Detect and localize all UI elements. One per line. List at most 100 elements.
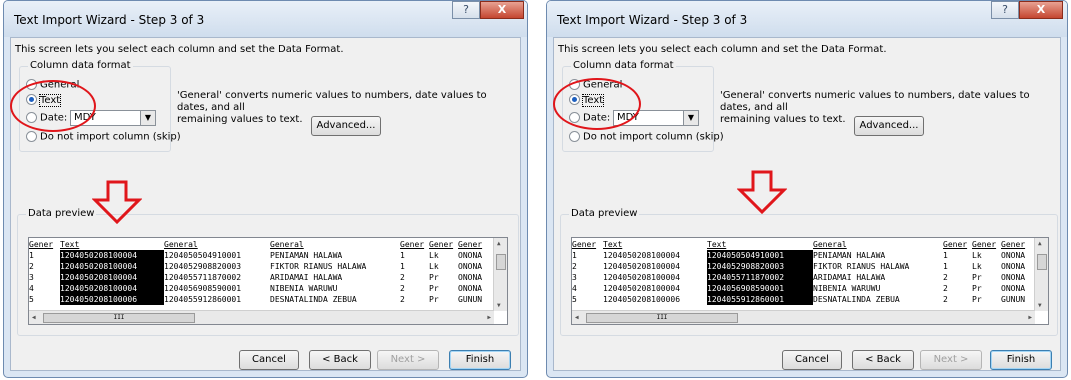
preview-cell: 1204050504910001 xyxy=(707,250,813,261)
radio-skip-indicator[interactable] xyxy=(569,131,580,142)
scroll-down-icon[interactable]: ▼ xyxy=(1038,302,1042,309)
preview-cell: Pr xyxy=(429,295,439,304)
preview-header-cell[interactable]: General xyxy=(813,239,943,250)
preview-header-cell[interactable]: Gener xyxy=(972,239,1001,250)
preview-cell: 2 xyxy=(572,262,577,271)
vertical-scrollbar[interactable]: ▲ ▼ xyxy=(493,238,507,311)
radio-skip[interactable]: Do not import column (skip) xyxy=(26,131,181,143)
preview-header-cell[interactable]: Gener xyxy=(429,239,458,250)
next-button[interactable]: Next > xyxy=(920,350,982,370)
preview-cell: 5 xyxy=(29,295,34,304)
info-line-1: 'General' converts numeric values to num… xyxy=(720,90,1030,113)
preview-header-cell[interactable]: Gener xyxy=(572,239,603,250)
next-button[interactable]: Next > xyxy=(377,350,439,370)
preview-cell: 1204055912860001 xyxy=(707,294,813,305)
horizontal-scroll-thumb[interactable]: III xyxy=(43,313,195,323)
scroll-down-icon[interactable]: ▼ xyxy=(497,302,501,309)
help-button[interactable]: ? xyxy=(452,1,480,19)
advanced-button[interactable]: Advanced... xyxy=(854,116,924,136)
preview-cell: 1204050208100004 xyxy=(603,262,681,271)
preview-cell: 2 xyxy=(400,284,405,293)
preview-cell: Lk xyxy=(972,262,982,271)
back-button[interactable]: < Back xyxy=(309,350,371,370)
preview-cell: Lk xyxy=(429,251,439,260)
preview-header-cell[interactable]: General xyxy=(164,239,270,250)
radio-skip-indicator[interactable] xyxy=(26,131,37,142)
preview-cell: ONONA xyxy=(1001,251,1026,260)
preview-cell: 2 xyxy=(29,262,34,271)
radio-skip[interactable]: Do not import column (skip) xyxy=(569,131,724,143)
description-text: This screen lets you select each column … xyxy=(558,44,887,55)
red-down-arrow-icon xyxy=(737,170,787,214)
title-bar[interactable]: Text Import Wizard - Step 3 of 3 ? X xyxy=(4,1,527,37)
preview-cell: 1 xyxy=(943,251,948,260)
scroll-left-icon[interactable]: ◀ xyxy=(32,314,36,321)
preview-header-cell[interactable]: Text xyxy=(60,239,164,250)
description-text: This screen lets you select each column … xyxy=(15,44,344,55)
preview-cell: 1 xyxy=(572,251,577,260)
column-format-legend: Column data format xyxy=(571,60,676,71)
vertical-scroll-thumb[interactable] xyxy=(496,254,506,270)
close-button[interactable]: X xyxy=(480,1,524,19)
back-button[interactable]: < Back xyxy=(852,350,914,370)
preview-cell: Pr xyxy=(972,273,982,282)
chevron-down-icon[interactable]: ▼ xyxy=(683,111,698,125)
preview-cell: Lk xyxy=(429,262,439,271)
data-preview-grid[interactable]: Gener Text Text General Gener Gener Gene… xyxy=(571,237,1049,325)
red-highlight-ellipse xyxy=(553,78,641,130)
finish-button[interactable]: Finish xyxy=(449,350,511,370)
cancel-button[interactable]: Cancel xyxy=(239,350,299,370)
help-button[interactable]: ? xyxy=(991,1,1019,19)
preview-cell: 1204055912860001 xyxy=(164,295,242,304)
scroll-up-icon[interactable]: ▲ xyxy=(497,240,501,247)
preview-cell: 1204050208100004 xyxy=(60,272,164,283)
data-preview-grid[interactable]: Gener Text General General Gener Gener G… xyxy=(28,237,508,325)
preview-cell: FIKTOR RIANUS HALAWA xyxy=(813,262,910,271)
preview-cell: 2 xyxy=(943,284,948,293)
advanced-button[interactable]: Advanced... xyxy=(311,116,381,136)
preview-cell: Lk xyxy=(972,251,982,260)
title-bar[interactable]: Text Import Wizard - Step 3 of 3 ? X xyxy=(547,1,1067,37)
preview-header-cell[interactable]: Text xyxy=(707,239,813,250)
preview-cell: DESNATALINDA ZEBUA xyxy=(813,295,900,304)
preview-cell: 1204050208100006 xyxy=(60,294,164,305)
preview-cell: 1204050208100004 xyxy=(60,283,164,294)
scroll-right-icon[interactable]: ▶ xyxy=(1028,314,1032,321)
preview-cell: ONONA xyxy=(458,284,483,293)
preview-header-cell[interactable]: Gener xyxy=(1001,239,1031,250)
preview-header-cell[interactable]: Gener xyxy=(400,239,429,250)
preview-cell: 1204050208100004 xyxy=(60,261,164,272)
scroll-up-icon[interactable]: ▲ xyxy=(1038,240,1042,247)
preview-cell: 1204055711870002 xyxy=(164,273,242,282)
preview-cell: 5 xyxy=(572,295,577,304)
cancel-button[interactable]: Cancel xyxy=(782,350,842,370)
preview-cell: 1204056908590001 xyxy=(707,283,813,294)
preview-cell: 2 xyxy=(400,295,405,304)
close-button[interactable]: X xyxy=(1019,1,1063,19)
preview-header-cell[interactable]: Gener xyxy=(29,239,60,250)
horizontal-scrollbar[interactable]: ◀ III ▶ xyxy=(29,310,494,324)
dialog-title: Text Import Wizard - Step 3 of 3 xyxy=(557,13,748,27)
preview-cell: PENIAMAN HALAWA xyxy=(270,251,343,260)
preview-cell: Pr xyxy=(429,273,439,282)
data-preview-label: Data preview xyxy=(26,208,97,219)
preview-cell: 1204050208100004 xyxy=(60,250,164,261)
column-format-legend: Column data format xyxy=(28,60,133,71)
preview-header-cell[interactable]: Text xyxy=(603,239,707,250)
vertical-scrollbar[interactable]: ▲ ▼ xyxy=(1034,238,1048,311)
preview-cell: 1204050208100006 xyxy=(603,295,681,304)
preview-cell: 1204052908820003 xyxy=(164,262,242,271)
finish-button[interactable]: Finish xyxy=(990,350,1052,370)
chevron-down-icon[interactable]: ▼ xyxy=(140,111,155,125)
preview-cell: PENIAMAN HALAWA xyxy=(813,251,886,260)
preview-header-cell[interactable]: General xyxy=(270,239,400,250)
horizontal-scrollbar[interactable]: ◀ III ▶ xyxy=(572,310,1035,324)
preview-header-cell[interactable]: Gener xyxy=(458,239,488,250)
scroll-right-icon[interactable]: ▶ xyxy=(487,314,491,321)
preview-cell: GUNUN xyxy=(1001,295,1026,304)
vertical-scroll-thumb[interactable] xyxy=(1037,254,1047,270)
preview-header-cell[interactable]: Gener xyxy=(943,239,972,250)
text-import-wizard-dialog: Text Import Wizard - Step 3 of 3 ? X Thi… xyxy=(546,0,1068,378)
horizontal-scroll-thumb[interactable]: III xyxy=(586,313,738,323)
scroll-left-icon[interactable]: ◀ xyxy=(575,314,579,321)
